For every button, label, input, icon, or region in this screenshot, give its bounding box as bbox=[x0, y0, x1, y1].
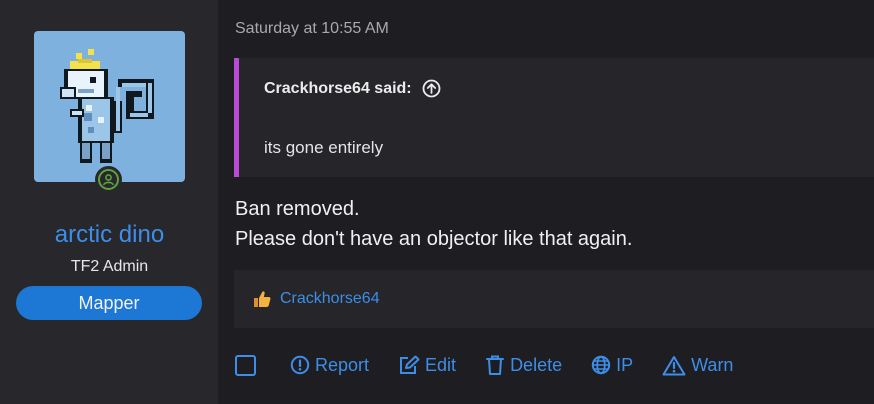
ip-button[interactable]: IP bbox=[591, 355, 633, 376]
post-timestamp[interactable]: Saturday at 10:55 AM bbox=[235, 20, 389, 38]
trash-icon bbox=[486, 355, 505, 375]
edit-label: Edit bbox=[425, 354, 457, 375]
warn-label: Warn bbox=[691, 354, 734, 375]
user-status-icon bbox=[103, 174, 114, 186]
report-button[interactable]: Report bbox=[290, 355, 369, 376]
post-actions-bar: Report Edit Delete IP Warn bbox=[235, 354, 762, 376]
edit-button[interactable]: Edit bbox=[398, 355, 456, 376]
report-label: Report bbox=[315, 354, 370, 375]
quote-author[interactable]: Crackhorse64 said: bbox=[264, 79, 441, 98]
arrow-up-circle-icon[interactable] bbox=[422, 79, 441, 98]
edit-icon bbox=[400, 355, 420, 374]
message-user-sidebar: arctic dino TF2 Admin Mapper bbox=[0, 0, 219, 404]
message-line: Please don't have an objector like that … bbox=[235, 228, 633, 250]
reactions-bar: Crackhorse64 bbox=[234, 270, 874, 328]
user-avatar[interactable] bbox=[34, 31, 185, 182]
quote-author-label: Crackhorse64 said: bbox=[264, 79, 412, 97]
reaction-users-link[interactable]: Crackhorse64 bbox=[280, 290, 380, 308]
user-title: TF2 Admin bbox=[70, 258, 149, 275]
online-status-icon bbox=[95, 166, 122, 193]
message-main: Saturday at 10:55 AM Crackhorse64 said: … bbox=[219, 0, 874, 404]
username-link[interactable]: arctic dino bbox=[0, 221, 219, 249]
select-post-checkbox[interactable] bbox=[235, 354, 256, 376]
warn-button[interactable]: Warn bbox=[662, 355, 733, 376]
ip-label: IP bbox=[616, 354, 634, 375]
message-line: Ban removed. bbox=[235, 198, 360, 220]
report-icon bbox=[290, 355, 310, 375]
quote-text: its gone entirely bbox=[264, 138, 384, 157]
thumbs-up-icon bbox=[254, 291, 271, 307]
warning-icon bbox=[662, 355, 686, 375]
quote-block: Crackhorse64 said: its gone entirely bbox=[234, 58, 874, 177]
user-banner: Mapper bbox=[16, 286, 202, 320]
delete-button[interactable]: Delete bbox=[485, 354, 562, 376]
globe-icon bbox=[591, 355, 611, 375]
message-body: Ban removed. Please don't have an object… bbox=[235, 194, 632, 254]
delete-label: Delete bbox=[510, 354, 563, 375]
arctic-dino-sprite bbox=[60, 49, 154, 163]
